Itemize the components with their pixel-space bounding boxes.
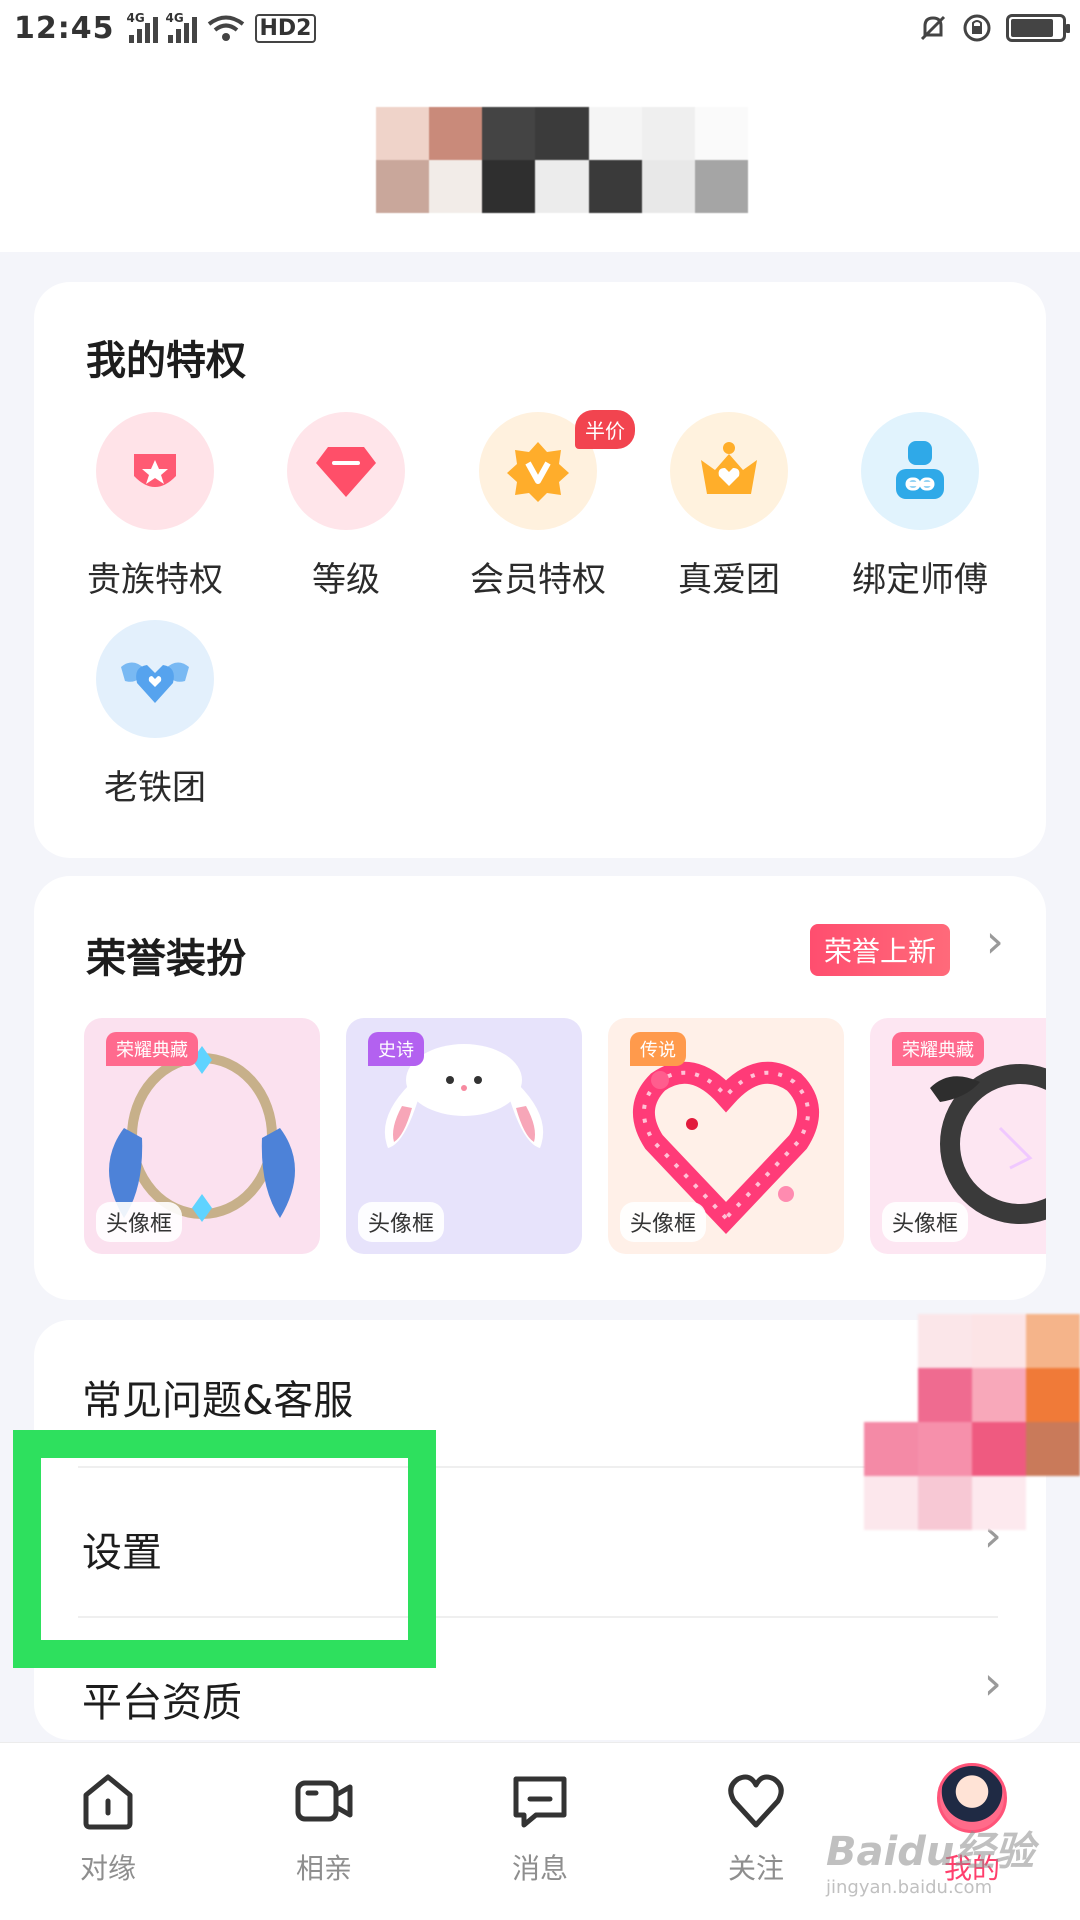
home-icon xyxy=(83,1774,133,1830)
tab-messages[interactable]: 消息 xyxy=(470,1769,610,1887)
privileges-card: 我的特权 贵族特权 等级 半价 会员特权 真爱团 绑定师傅 老铁团 xyxy=(34,282,1046,858)
winged-heart-icon xyxy=(96,620,214,738)
frame-kind-label: 头像框 xyxy=(96,1202,183,1242)
settings-highlight-box xyxy=(13,1430,436,1668)
mute-bell-icon xyxy=(920,15,946,41)
hd-icon: HD2 xyxy=(254,13,317,43)
status-right xyxy=(918,13,1070,43)
honor-frames-list: 荣耀典藏 头像框 史诗 头像框 传说 头像框 荣耀典藏 头像框 xyxy=(84,1018,1046,1258)
tab-follow[interactable]: 关注 xyxy=(686,1769,826,1887)
avatar-frame-card[interactable]: 史诗 头像框 xyxy=(346,1018,582,1254)
diamond-icon xyxy=(287,412,405,530)
network-indicators: 4G 4G HD2 xyxy=(127,11,317,43)
honor-dressup-card: 荣誉装扮 荣誉上新 › 荣耀典藏 头像框 史诗 头像框 传说 头像框 荣耀典藏 … xyxy=(34,876,1046,1300)
honor-new-tag[interactable]: 荣誉上新 xyxy=(809,924,950,976)
privilege-label: 等级 xyxy=(312,560,380,600)
tab-label: 关注 xyxy=(727,1852,784,1885)
status-time: 12:45 xyxy=(14,10,115,46)
rotation-lock-icon xyxy=(963,14,991,42)
chevron-right-icon[interactable]: › xyxy=(986,914,1004,968)
frame-kind-label: 头像框 xyxy=(358,1202,445,1242)
signal-icon: 4G xyxy=(127,11,158,43)
heart-icon xyxy=(728,1774,784,1828)
baidu-watermark: Baidu经验 jingyan.baidu.com xyxy=(826,1829,1035,1898)
privilege-item-true-love[interactable]: 真爱团 xyxy=(634,412,824,601)
rarity-tag: 荣耀典藏 xyxy=(892,1032,984,1066)
battery-icon xyxy=(1006,14,1070,42)
tab-label: 相亲 xyxy=(295,1852,352,1885)
avatar-frame-card[interactable]: 荣耀典藏 头像框 xyxy=(84,1018,320,1254)
frame-kind-label: 头像框 xyxy=(620,1202,707,1242)
rarity-tag: 史诗 xyxy=(368,1032,424,1066)
rarity-tag: 荣耀典藏 xyxy=(106,1032,198,1066)
privilege-item-noble[interactable]: 贵族特权 xyxy=(60,412,250,601)
menu-label: 常见问题&客服 xyxy=(82,1378,354,1424)
wifi-icon xyxy=(207,15,244,41)
privilege-label: 会员特权 xyxy=(470,560,606,600)
frame-kind-label: 头像框 xyxy=(882,1202,969,1242)
message-icon xyxy=(513,1776,567,1828)
privilege-label: 绑定师傅 xyxy=(852,560,988,600)
pixelated-floating-widget[interactable] xyxy=(864,1314,1080,1554)
avatar-frame-card[interactable]: 传说 头像框 xyxy=(608,1018,844,1254)
chevron-right-icon: › xyxy=(983,1656,1002,1710)
privilege-label: 贵族特权 xyxy=(87,560,223,600)
honor-title: 荣誉装扮 xyxy=(86,936,246,982)
privilege-item-bind-master[interactable]: 绑定师傅 xyxy=(825,412,1015,601)
privilege-item-vip[interactable]: 半价 会员特权 xyxy=(443,410,635,601)
tab-duiyuan[interactable]: 对缘 xyxy=(38,1769,178,1887)
tab-label: 消息 xyxy=(511,1852,568,1885)
avatar-frame-card[interactable]: 荣耀典藏 头像框 xyxy=(870,1018,1046,1254)
privilege-item-level[interactable]: 等级 xyxy=(251,412,441,601)
heart-crown-icon xyxy=(670,412,788,530)
privilege-label: 真爱团 xyxy=(678,560,780,600)
privilege-label: 老铁团 xyxy=(104,768,206,808)
video-camera-icon xyxy=(295,1780,353,1822)
privilege-item-buddy-group[interactable]: 老铁团 xyxy=(60,620,250,809)
menu-label: 平台资质 xyxy=(82,1680,242,1726)
noble-badge-icon xyxy=(96,412,214,530)
privileges-title: 我的特权 xyxy=(86,338,246,384)
status-bar: 12:45 4G 4G HD2 xyxy=(0,0,1080,56)
bottom-tab-bar: 对缘 相亲 消息 关注 我的 Baidu经验 jingyan.baidu.com xyxy=(0,1742,1080,1920)
tab-label: 对缘 xyxy=(79,1852,136,1885)
menu-item-faq[interactable]: 常见问题&客服 xyxy=(82,1368,994,1426)
pixelated-username xyxy=(376,107,748,213)
link-user-icon xyxy=(861,412,979,530)
menu-item-platform-qualification[interactable]: 平台资质 xyxy=(82,1670,994,1728)
rarity-tag: 传说 xyxy=(630,1032,686,1066)
signal-icon: 4G xyxy=(166,11,197,43)
half-price-badge: 半价 xyxy=(575,410,635,449)
vip-v-badge-icon: 半价 xyxy=(479,410,635,530)
tab-xiangqin[interactable]: 相亲 xyxy=(254,1769,394,1887)
